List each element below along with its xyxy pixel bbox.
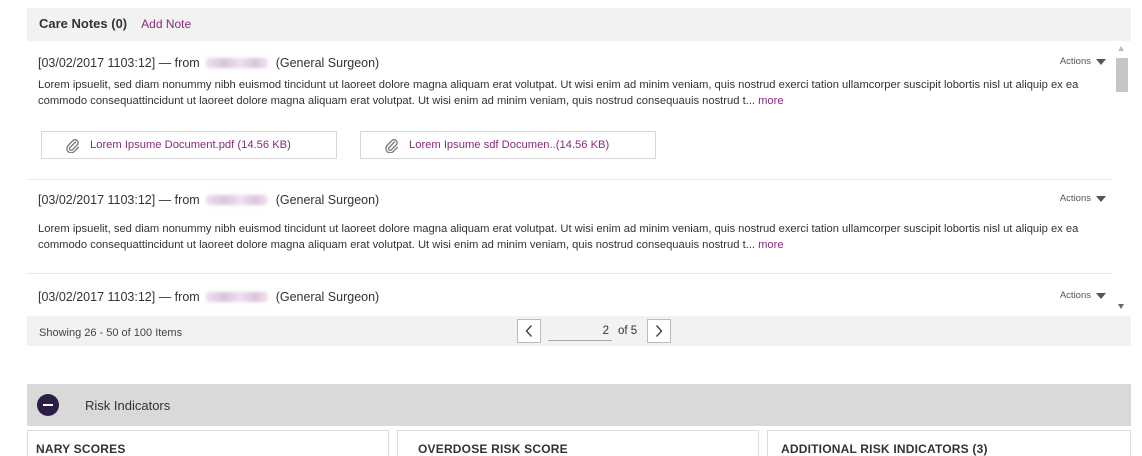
note-actions-menu[interactable]: Actions	[1060, 56, 1106, 67]
attachment-name: Lorem Ipsume Document.pdf (14.56 KB)	[90, 139, 291, 151]
redacted-author-name	[205, 58, 268, 68]
caret-down-icon	[1096, 195, 1106, 202]
note-timestamp: [03/02/2017 1103:12] — from	[38, 193, 200, 207]
previous-page-button[interactable]	[517, 319, 541, 343]
pagination-summary: Showing 26 - 50 of 100 Items	[39, 327, 183, 339]
add-note-link[interactable]: Add Note	[141, 17, 191, 31]
score-card: OVERDOSE RISK SCORE	[397, 430, 759, 456]
note-meta: [03/02/2017 1103:12] — from (General Sur…	[38, 290, 379, 304]
paperclip-icon	[66, 138, 79, 153]
caret-down-icon	[1096, 58, 1106, 65]
page-number-input[interactable]	[548, 321, 612, 341]
score-card-title: NARY SCORES	[36, 442, 126, 456]
scroll-down-arrow-icon[interactable]	[1118, 304, 1124, 309]
notes-scrollbar[interactable]	[1113, 41, 1131, 316]
note-actions-menu[interactable]: Actions	[1060, 290, 1106, 301]
note-more-link[interactable]: more	[758, 95, 784, 107]
minus-circle-icon[interactable]	[37, 394, 59, 416]
note-body: Lorem ipsuelit, sed diam nonummy nibh eu…	[38, 221, 1110, 253]
note-author-role: (General Surgeon)	[275, 193, 380, 207]
note-text: Lorem ipsuelit, sed diam nonummy nibh eu…	[38, 223, 1079, 251]
page-count-label: of 5	[618, 325, 638, 337]
pagination-row: Showing 26 - 50 of 100 Items of 5	[27, 316, 1131, 346]
note-more-link[interactable]: more	[758, 239, 784, 251]
note-divider	[27, 273, 1112, 274]
next-page-button[interactable]	[647, 319, 672, 343]
redacted-author-name	[205, 292, 268, 302]
note-author-role: (General Surgeon)	[275, 290, 380, 304]
note-meta: [03/02/2017 1103:12] — from (General Sur…	[38, 56, 379, 70]
note-actions-menu[interactable]: Actions	[1060, 193, 1106, 204]
scrollbar-thumb[interactable]	[1116, 58, 1128, 92]
care-notes-card: Care Notes (0) Add Note [03/02/2017 1103…	[27, 8, 1131, 346]
paperclip-icon	[385, 138, 398, 153]
chevron-right-icon	[656, 325, 663, 337]
notes-list[interactable]: [03/02/2017 1103:12] — from (General Sur…	[27, 41, 1131, 316]
note-timestamp: [03/02/2017 1103:12] — from	[38, 290, 200, 304]
care-notes-header: Care Notes (0) Add Note	[39, 16, 191, 34]
redacted-author-name	[205, 195, 268, 205]
score-card-title: ADDITIONAL RISK INDICATORS (3)	[781, 442, 988, 456]
risk-indicators-header[interactable]: Risk Indicators	[27, 384, 1131, 426]
actions-label: Actions	[1059, 193, 1091, 204]
caret-down-icon	[1096, 292, 1106, 299]
risk-indicators-title: Risk Indicators	[85, 398, 171, 413]
score-card-title: OVERDOSE RISK SCORE	[418, 442, 568, 456]
note-timestamp: [03/02/2017 1103:12] — from	[38, 56, 200, 70]
score-card: ADDITIONAL RISK INDICATORS (3)	[767, 430, 1131, 456]
care-notes-title: Care Notes (0)	[39, 16, 128, 31]
actions-label: Actions	[1059, 290, 1091, 301]
pager: of 5	[517, 319, 672, 343]
note-divider	[27, 179, 1112, 180]
note-meta: [03/02/2017 1103:12] — from (General Sur…	[38, 193, 379, 207]
attachment-link[interactable]: Lorem Ipsume Document.pdf (14.56 KB)	[41, 131, 337, 159]
attachment-name: Lorem Ipsume sdf Documen..(14.56 KB)	[409, 139, 610, 151]
score-card: NARY SCORES	[27, 430, 389, 456]
note-author-role: (General Surgeon)	[275, 56, 380, 70]
actions-label: Actions	[1059, 56, 1091, 67]
note-body: Lorem ipsuelit, sed diam nonummy nibh eu…	[38, 77, 1110, 109]
attachment-link[interactable]: Lorem Ipsume sdf Documen..(14.56 KB)	[360, 131, 656, 159]
chevron-left-icon	[525, 325, 533, 337]
scroll-up-arrow-icon[interactable]	[1118, 46, 1124, 51]
note-text: Lorem ipsuelit, sed diam nonummy nibh eu…	[38, 79, 1079, 107]
